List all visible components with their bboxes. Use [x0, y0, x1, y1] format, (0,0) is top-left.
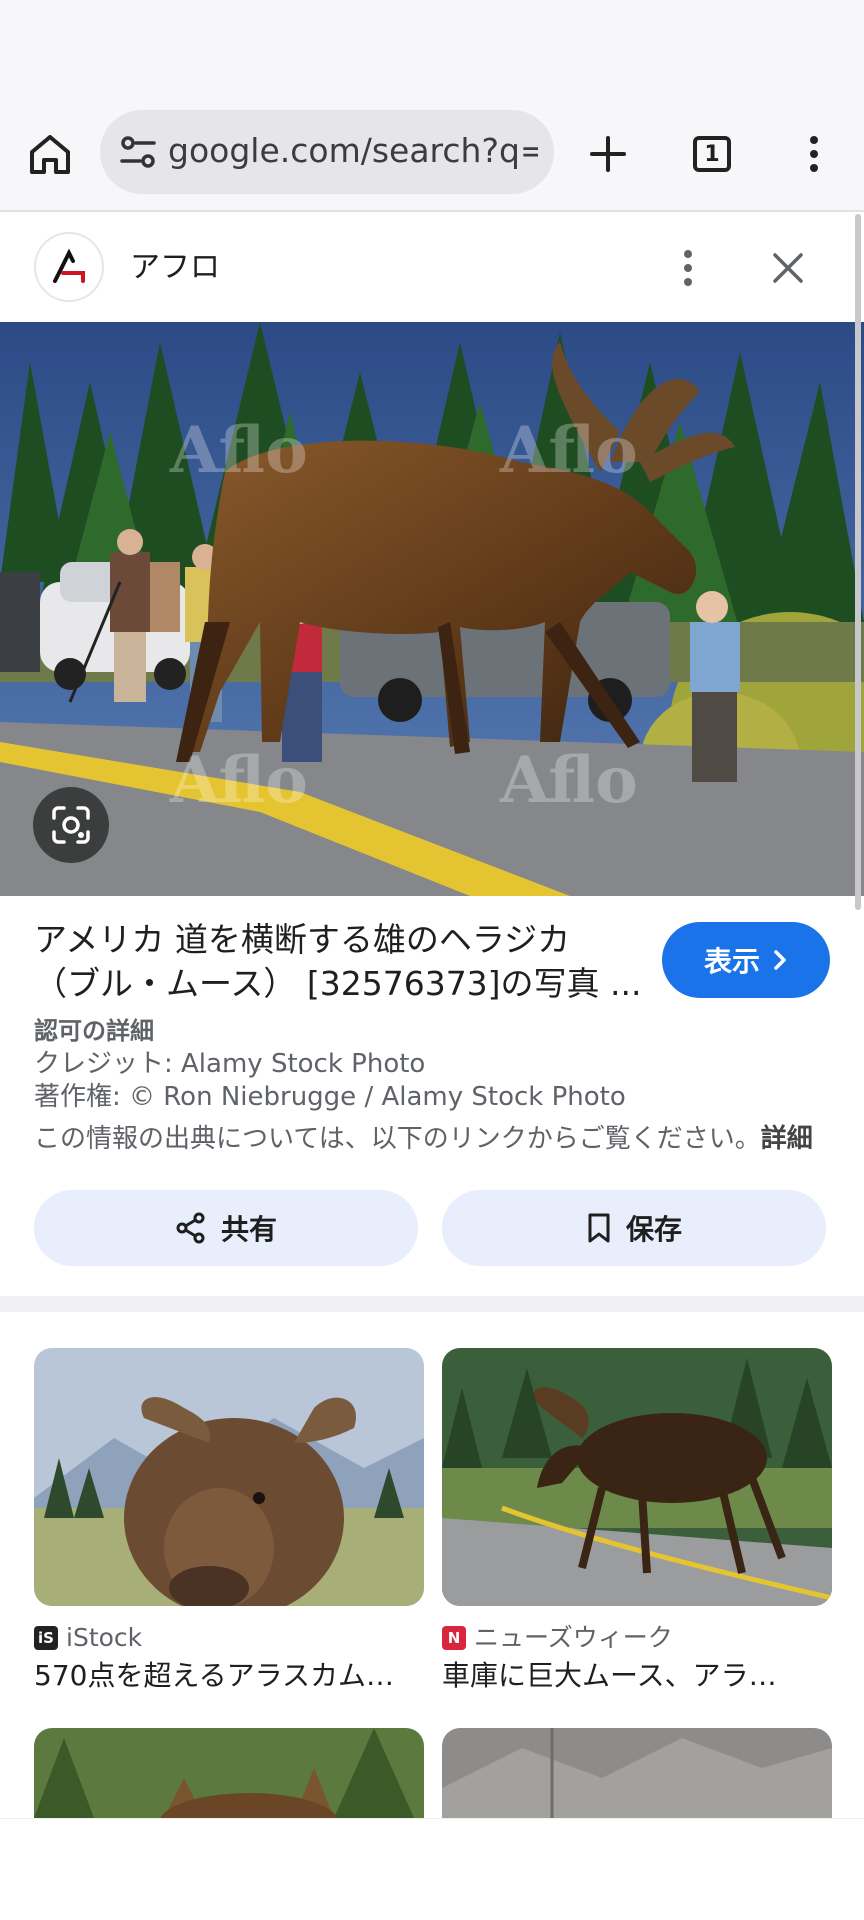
related-image-2[interactable]: [442, 1348, 832, 1606]
visit-button-label: 表示: [703, 945, 760, 978]
related-caption-1[interactable]: 570点を超えるアラスカム…: [34, 1656, 424, 1696]
url-text[interactable]: google.com/search?q=ア: [168, 128, 538, 174]
result-title-line2: （ブル・ムース） [32576373]の写真 ...: [34, 964, 642, 1003]
share-icon: [176, 1212, 205, 1244]
license-heading: 認可の詳細: [34, 1017, 154, 1045]
newsweek-icon: N: [442, 1626, 466, 1650]
result-image[interactable]: Aflo Aflo Aflo Aflo: [0, 322, 864, 896]
related-source-2[interactable]: N ニューズウィーク: [442, 1620, 673, 1656]
visit-button[interactable]: 表示: [662, 922, 830, 998]
more-options-icon[interactable]: [664, 240, 712, 296]
site-name[interactable]: アフロ: [130, 246, 220, 290]
related-image-1[interactable]: [34, 1348, 424, 1606]
menu-icon[interactable]: [784, 124, 844, 184]
scrollbar[interactable]: [855, 214, 861, 910]
related-source-2-name: ニューズウィーク: [474, 1623, 673, 1652]
source-note: この情報の出典については、以下のリンクからご覧ください。詳細: [34, 1122, 813, 1156]
new-tab-icon[interactable]: [578, 124, 638, 184]
related-source-1[interactable]: iS iStock: [34, 1620, 142, 1656]
related-caption-2[interactable]: 車庫に巨大ムース、アラ…: [442, 1656, 832, 1696]
chevron-right-icon: [774, 950, 786, 970]
watermark-text: Aflo: [169, 413, 308, 488]
share-button[interactable]: 共有: [34, 1190, 418, 1266]
result-title[interactable]: アメリカ 道を横断する雄のヘラジカ （ブル・ムース） [32576373]の写真…: [34, 918, 654, 1006]
save-label: 保存: [625, 1213, 682, 1246]
section-divider: [0, 1296, 864, 1312]
details-link[interactable]: 詳細: [761, 1124, 813, 1154]
share-label: 共有: [220, 1213, 277, 1246]
result-title-line1: アメリカ 道を横断する雄のヘラジカ: [34, 920, 571, 959]
watermark-text: Aflo: [499, 743, 638, 818]
watermark-text: Aflo: [169, 743, 308, 818]
copyright-text: 著作権: © Ron Niebrugge / Alamy Stock Photo: [34, 1082, 626, 1112]
source-note-text: この情報の出典については、以下のリンクからご覧ください。: [34, 1124, 761, 1154]
tab-switcher-button[interactable]: 1: [682, 124, 742, 184]
watermark-text: Aflo: [499, 413, 638, 488]
related-image-3[interactable]: [34, 1728, 424, 1818]
save-button[interactable]: 保存: [442, 1190, 826, 1266]
related-image-4[interactable]: [442, 1728, 832, 1818]
bookmark-icon: [588, 1213, 610, 1243]
site-settings-icon[interactable]: [116, 130, 160, 174]
home-icon[interactable]: [20, 124, 80, 184]
istock-icon: iS: [34, 1626, 58, 1650]
tab-count: 1: [693, 136, 731, 172]
address-bar[interactable]: google.com/search?q=ア: [100, 110, 554, 194]
close-icon[interactable]: [760, 240, 816, 296]
related-source-1-name: iStock: [66, 1623, 143, 1652]
site-logo: [34, 232, 104, 302]
status-bar: [0, 0, 864, 108]
lens-search-button[interactable]: [33, 787, 109, 863]
bottom-area: [0, 1818, 864, 1920]
credit-text: クレジット: Alamy Stock Photo: [34, 1049, 426, 1079]
